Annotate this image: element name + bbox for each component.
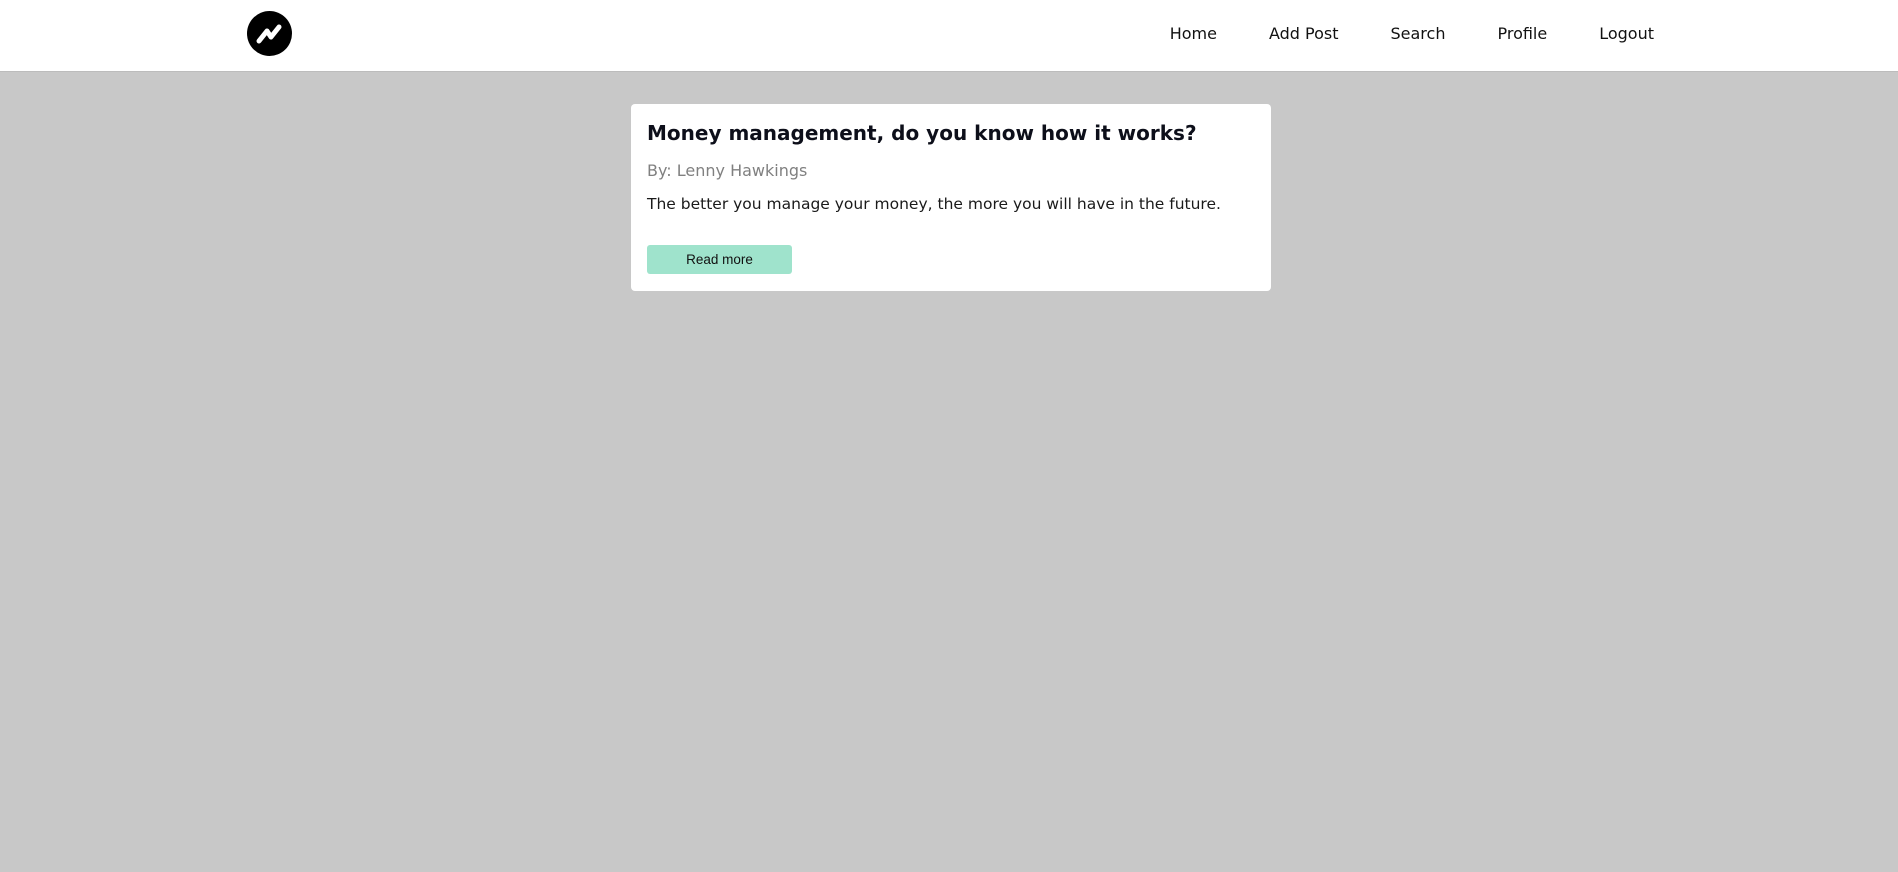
nav-link-profile[interactable]: Profile — [1497, 24, 1547, 43]
post-excerpt: The better you manage your money, the mo… — [647, 195, 1221, 213]
nav-link-search[interactable]: Search — [1391, 24, 1446, 43]
post-author: By: Lenny Hawkings — [647, 161, 808, 180]
nav-links: Home Add Post Search Profile Logout — [1170, 0, 1654, 66]
post-card: Money management, do you know how it wor… — [631, 104, 1271, 291]
nav-link-home[interactable]: Home — [1170, 24, 1217, 43]
nav-link-add-post[interactable]: Add Post — [1269, 24, 1339, 43]
nav-link-logout[interactable]: Logout — [1599, 24, 1654, 43]
zigzag-logo-icon — [256, 24, 281, 43]
top-navbar: Home Add Post Search Profile Logout — [0, 0, 1898, 72]
post-title: Money management, do you know how it wor… — [647, 121, 1197, 145]
read-more-button[interactable]: Read more — [647, 245, 792, 274]
logo-icon[interactable] — [247, 11, 292, 56]
